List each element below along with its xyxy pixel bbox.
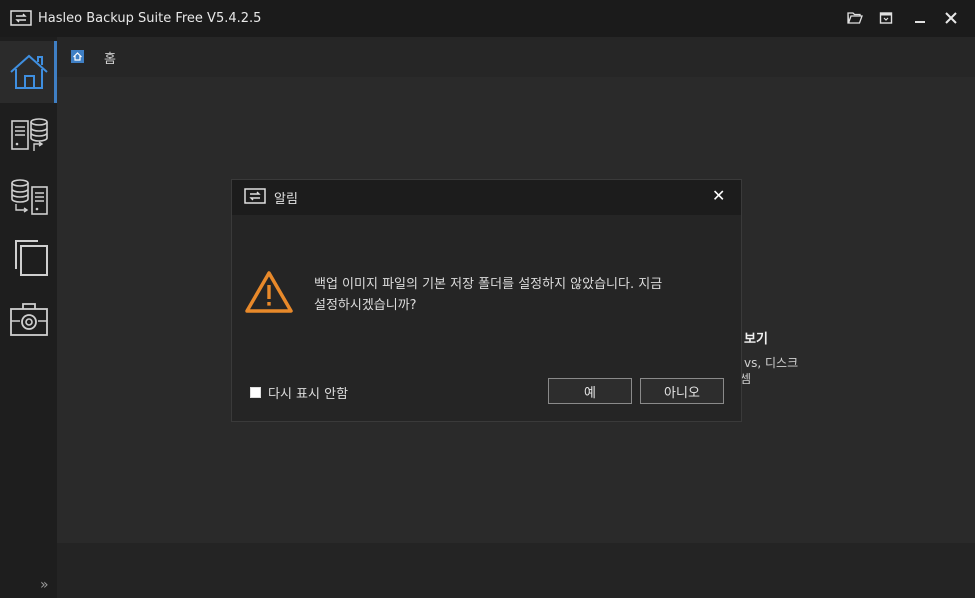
sidebar-item-clone[interactable] — [0, 227, 57, 289]
sidebar-item-tools[interactable] — [0, 289, 57, 351]
dialog-message-line: 백업 이미지 파일의 기본 저장 폴더를 설정하지 않았습니다. 지금 — [314, 277, 663, 292]
folder-open-icon — [847, 12, 863, 24]
dialog-message: 백업 이미지 파일의 기본 저장 폴더를 설정하지 않았습니다. 지금 설정하시… — [314, 274, 729, 316]
app-logo-icon — [244, 188, 266, 204]
checkbox-box[interactable] — [250, 387, 261, 398]
dialog-close-icon[interactable]: ✕ — [712, 186, 725, 205]
restore-icon — [879, 12, 893, 24]
restore-button[interactable] — [873, 6, 899, 30]
sidebar-item-backup[interactable] — [0, 103, 57, 165]
restore-backup-icon — [10, 179, 48, 215]
close-window-button[interactable] — [938, 6, 964, 30]
tools-icon — [9, 303, 48, 336]
yes-button[interactable]: 예 — [548, 378, 632, 404]
dialog-message-line: 설정하시겠습니까? — [314, 298, 417, 313]
dialog-title: 알림 — [274, 192, 298, 207]
minimize-button[interactable] — [907, 6, 933, 30]
no-button[interactable]: 아니오 — [640, 378, 724, 404]
sidebar — [0, 37, 57, 598]
dont-show-again-checkbox[interactable]: 다시 표시 안함 — [250, 383, 348, 402]
folder-open-button[interactable] — [842, 6, 868, 30]
close-icon — [945, 12, 957, 24]
home-small-icon — [71, 50, 84, 63]
home-icon — [9, 54, 48, 89]
background-panel-desc: vs, 디스크 — [744, 356, 799, 370]
warning-icon — [245, 271, 293, 313]
breadcrumb-home[interactable]: 홈 — [104, 48, 116, 67]
sidebar-item-home[interactable] — [0, 41, 57, 103]
alert-dialog: 알림 ✕ 백업 이미지 파일의 기본 저장 폴더를 설정하지 않았습니다. 지금… — [231, 179, 742, 422]
clone-icon — [14, 240, 48, 276]
background-panel-title: 보기 — [744, 332, 768, 347]
app-logo-icon — [10, 10, 32, 26]
checkbox-label: 다시 표시 안함 — [268, 387, 349, 402]
backup-icon — [10, 118, 48, 151]
sidebar-item-restore[interactable] — [0, 165, 57, 227]
footer-area — [57, 543, 975, 598]
window-title: Hasleo Backup Suite Free V5.4.2.5 — [38, 11, 262, 26]
title-bar: Hasleo Backup Suite Free V5.4.2.5 — [0, 0, 975, 37]
sidebar-expand-icon[interactable]: » — [40, 577, 49, 593]
breadcrumb: 홈 — [57, 37, 975, 77]
minimize-icon — [915, 21, 925, 23]
dialog-header: 알림 ✕ — [232, 180, 741, 215]
